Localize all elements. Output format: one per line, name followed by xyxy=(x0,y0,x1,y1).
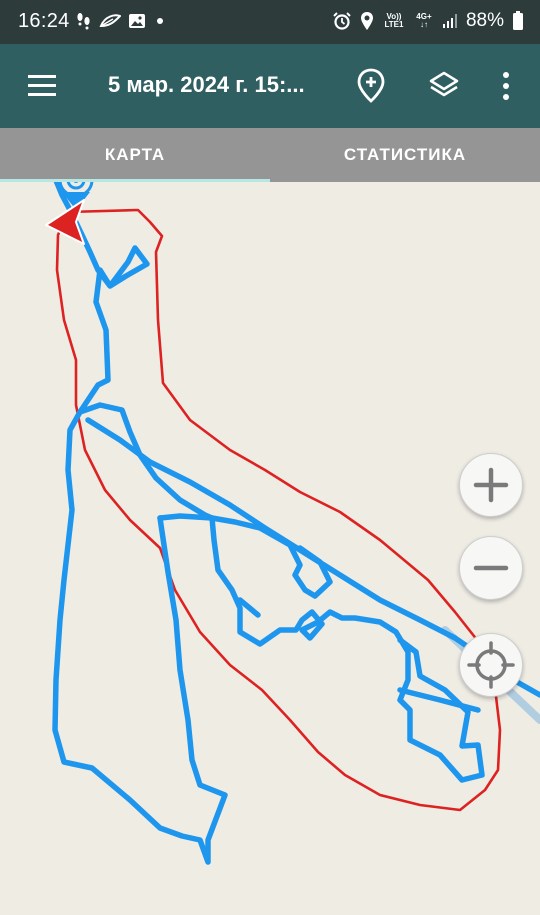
notification-icons xyxy=(76,12,167,30)
tab-bar: КАРТА СТАТИСТИКА xyxy=(0,128,540,182)
more-vert-icon[interactable] xyxy=(498,70,514,102)
footsteps-icon xyxy=(77,13,90,30)
map-view[interactable] xyxy=(0,182,540,915)
tab-statistics[interactable]: СТАТИСТИКА xyxy=(270,128,540,182)
map-background xyxy=(0,182,540,915)
my-location-icon xyxy=(467,641,515,689)
my-location-button[interactable] xyxy=(459,633,523,697)
alarm-icon xyxy=(333,12,351,30)
status-time: 16:24 xyxy=(18,10,70,32)
image-icon xyxy=(129,14,145,28)
location-icon xyxy=(360,12,373,30)
track-title: 5 мар. 2024 г. 15:... xyxy=(108,72,305,97)
zoom-out-icon xyxy=(473,565,509,571)
leaf-icon xyxy=(99,14,121,28)
zoom-in-button[interactable] xyxy=(459,453,523,517)
zoom-out-button[interactable] xyxy=(459,536,523,600)
dot-icon xyxy=(157,18,163,24)
volte-icon: Vo)) LTE1 xyxy=(382,13,406,29)
tab-map[interactable]: КАРТА xyxy=(0,128,270,182)
signal-icon xyxy=(442,14,457,28)
data-arrows-icon: ↓↑ xyxy=(419,20,428,29)
battery-percent: 88% xyxy=(465,10,504,31)
zoom-in-icon xyxy=(473,467,509,503)
add-location-icon[interactable] xyxy=(356,68,386,104)
volte-label-bottom: LTE1 xyxy=(384,20,404,29)
4g-icon: 4G+ ↓↑ xyxy=(414,13,434,29)
system-icons: Vo)) LTE1 4G+ ↓↑ 88% xyxy=(332,10,524,32)
app-bar: 5 мар. 2024 г. 15:... xyxy=(0,44,540,128)
hamburger-menu-icon[interactable] xyxy=(26,73,58,99)
battery-icon xyxy=(513,11,523,30)
layers-icon[interactable] xyxy=(428,70,460,102)
status-bar: 16:24 Vo)) LTE1 4G+ ↓↑ 88% xyxy=(0,0,540,44)
